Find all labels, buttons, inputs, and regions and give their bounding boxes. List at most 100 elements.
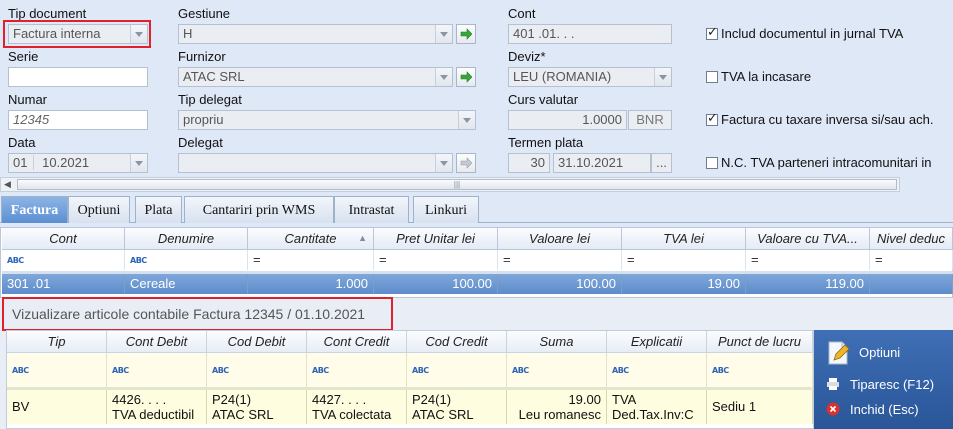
termen-date-input[interactable]: 31.10.2021 bbox=[553, 153, 651, 173]
entries-header-punct[interactable]: Punct de lucru bbox=[707, 331, 813, 353]
close-icon bbox=[826, 402, 840, 416]
optiuni-button[interactable]: Optiuni bbox=[814, 338, 953, 368]
serie-input[interactable] bbox=[8, 67, 148, 87]
cell-valoare[interactable]: 100.00 bbox=[498, 274, 622, 294]
chevron-down-icon[interactable] bbox=[130, 25, 147, 43]
entry-cont-credit-name: TVA colectata bbox=[312, 407, 392, 422]
cell-cont[interactable]: 301 .01 bbox=[2, 274, 125, 294]
tab-plata[interactable]: Plata bbox=[135, 196, 182, 223]
deviz-select[interactable]: LEU (ROMANIA) bbox=[508, 67, 672, 87]
entries-header-explicatii[interactable]: Explicatii bbox=[607, 331, 707, 353]
scroll-left-icon[interactable]: ◀ bbox=[4, 179, 11, 190]
curs-input[interactable]: 1.0000 bbox=[508, 110, 627, 130]
form-horizontal-scrollbar[interactable]: ◀ ||| bbox=[0, 177, 900, 192]
cell-nivel-deduc[interactable] bbox=[870, 274, 953, 294]
grid-header-valoare[interactable]: Valoare lei bbox=[498, 228, 622, 250]
chevron-down-icon[interactable] bbox=[458, 111, 475, 129]
data-day: 01 bbox=[13, 155, 35, 170]
scroll-thumb[interactable]: ||| bbox=[17, 179, 897, 190]
cell-cantitate[interactable]: 1.000 bbox=[248, 274, 374, 294]
entries-filter-cont-credit[interactable]: ABC bbox=[307, 353, 407, 387]
tab-linkuri[interactable]: Linkuri bbox=[413, 196, 479, 223]
entries-filter-cod-debit[interactable]: ABC bbox=[207, 353, 307, 387]
tip-document-select[interactable]: Factura interna bbox=[8, 24, 148, 44]
delegat-go-button[interactable] bbox=[456, 153, 476, 173]
filter-cantitate[interactable]: = bbox=[248, 250, 374, 270]
text-filter-icon: ABC bbox=[12, 366, 29, 375]
termen-picker-button[interactable]: ... bbox=[651, 153, 672, 173]
grid-header-denumire[interactable]: Denumire bbox=[125, 228, 248, 250]
filter-valoare[interactable]: = bbox=[498, 250, 622, 270]
tab-factura[interactable]: Factura bbox=[1, 196, 68, 223]
entries-filter-cont-debit[interactable]: ABC bbox=[107, 353, 207, 387]
furnizor-label: Furnizor bbox=[178, 49, 226, 64]
filter-cont[interactable]: ABC bbox=[2, 250, 125, 270]
filter-nivel-deduc[interactable]: = bbox=[870, 250, 953, 270]
grid-header-tva[interactable]: TVA lei bbox=[622, 228, 746, 250]
text-filter-icon: ABC bbox=[512, 366, 529, 375]
tab-optiuni[interactable]: Optiuni bbox=[68, 196, 130, 223]
arrow-right-icon bbox=[460, 157, 472, 169]
entry-punct[interactable]: Sediu 1 bbox=[707, 390, 813, 424]
cell-valoare-tva[interactable]: 119.00 bbox=[746, 274, 870, 294]
tab-cantariri-wms[interactable]: Cantariri prin WMS bbox=[184, 196, 334, 223]
delegat-select[interactable] bbox=[178, 153, 453, 173]
tab-intrastat[interactable]: Intrastat bbox=[334, 196, 409, 223]
entries-header-cont-credit[interactable]: Cont Credit bbox=[307, 331, 407, 353]
grid-header-cantitate[interactable]: Cantitate ▲ bbox=[248, 228, 374, 250]
grid-header-cont[interactable]: Cont bbox=[2, 228, 125, 250]
entries-filter-punct[interactable]: ABC bbox=[707, 353, 813, 387]
gestiune-select[interactable]: H bbox=[178, 24, 453, 44]
entries-header-suma[interactable]: Suma bbox=[507, 331, 607, 353]
chevron-down-icon[interactable] bbox=[435, 25, 452, 43]
check-taxare-inversa[interactable] bbox=[706, 111, 718, 126]
entries-filter-suma[interactable]: ABC bbox=[507, 353, 607, 387]
filter-tva[interactable]: = bbox=[622, 250, 746, 270]
check-tva-incasare[interactable] bbox=[706, 71, 718, 83]
close-button[interactable]: Inchid (Esc) bbox=[814, 401, 953, 419]
check-nc-tva[interactable] bbox=[706, 157, 718, 169]
entry-tip[interactable]: BV bbox=[7, 390, 107, 424]
entries-filter-explicatii[interactable]: ABC bbox=[607, 353, 707, 387]
filter-denumire[interactable]: ABC bbox=[125, 250, 248, 270]
entry-cont-debit[interactable]: 4426. . . . TVA deductibil bbox=[107, 390, 207, 424]
gestiune-value: H bbox=[183, 26, 193, 41]
grid-header-nivel-deduc[interactable]: Nivel deduc bbox=[870, 228, 953, 250]
termen-days-input[interactable]: 30 bbox=[508, 153, 550, 173]
data-input[interactable]: 01 10.2021 bbox=[8, 153, 148, 173]
entry-explicatii[interactable]: TVA Ded.Tax.Inv:C bbox=[607, 390, 707, 424]
filter-valoare-tva[interactable]: = bbox=[746, 250, 870, 270]
numar-input[interactable]: 12345 bbox=[8, 110, 148, 130]
furnizor-select[interactable]: ATAC SRL bbox=[178, 67, 453, 87]
cell-pret[interactable]: 100.00 bbox=[374, 274, 498, 294]
sort-asc-icon: ▲ bbox=[358, 233, 367, 243]
cell-denumire[interactable]: Cereale bbox=[125, 274, 248, 294]
cont-input[interactable]: 401 .01. . . bbox=[508, 24, 672, 44]
chevron-down-icon[interactable] bbox=[435, 68, 452, 86]
chevron-down-icon[interactable] bbox=[654, 68, 671, 86]
chevron-down-icon[interactable] bbox=[435, 154, 452, 172]
entries-header-tip[interactable]: Tip bbox=[7, 331, 107, 353]
check-jurnal-tva[interactable] bbox=[706, 25, 718, 40]
print-button[interactable]: Tiparesc (F12) bbox=[814, 376, 953, 394]
entry-cont-credit[interactable]: 4427. . . . TVA colectata bbox=[307, 390, 407, 424]
entry-cod-credit[interactable]: P24(1) ATAC SRL bbox=[407, 390, 507, 424]
grid-header-valoare-tva[interactable]: Valoare cu TVA... bbox=[746, 228, 870, 250]
entries-header-cod-credit[interactable]: Cod Credit bbox=[407, 331, 507, 353]
entries-header-cod-debit[interactable]: Cod Debit bbox=[207, 331, 307, 353]
grid-header-pret[interactable]: Pret Unitar lei bbox=[374, 228, 498, 250]
gestiune-label: Gestiune bbox=[178, 6, 231, 21]
bnr-button[interactable]: BNR bbox=[628, 110, 672, 130]
entries-filter-tip[interactable]: ABC bbox=[7, 353, 107, 387]
tip-delegat-select[interactable]: propriu bbox=[178, 110, 476, 130]
entries-filter-cod-credit[interactable]: ABC bbox=[407, 353, 507, 387]
furnizor-go-button[interactable] bbox=[456, 67, 476, 87]
entry-suma[interactable]: 19.00 Leu romanesc bbox=[507, 390, 607, 424]
gestiune-go-button[interactable] bbox=[456, 24, 476, 44]
entries-header-cont-debit[interactable]: Cont Debit bbox=[107, 331, 207, 353]
entry-cod-debit[interactable]: P24(1) ATAC SRL bbox=[207, 390, 307, 424]
text-filter-icon: ABC bbox=[7, 256, 24, 265]
cell-tva[interactable]: 19.00 bbox=[622, 274, 746, 294]
calendar-dropdown-icon[interactable] bbox=[130, 154, 147, 172]
filter-pret[interactable]: = bbox=[374, 250, 498, 270]
